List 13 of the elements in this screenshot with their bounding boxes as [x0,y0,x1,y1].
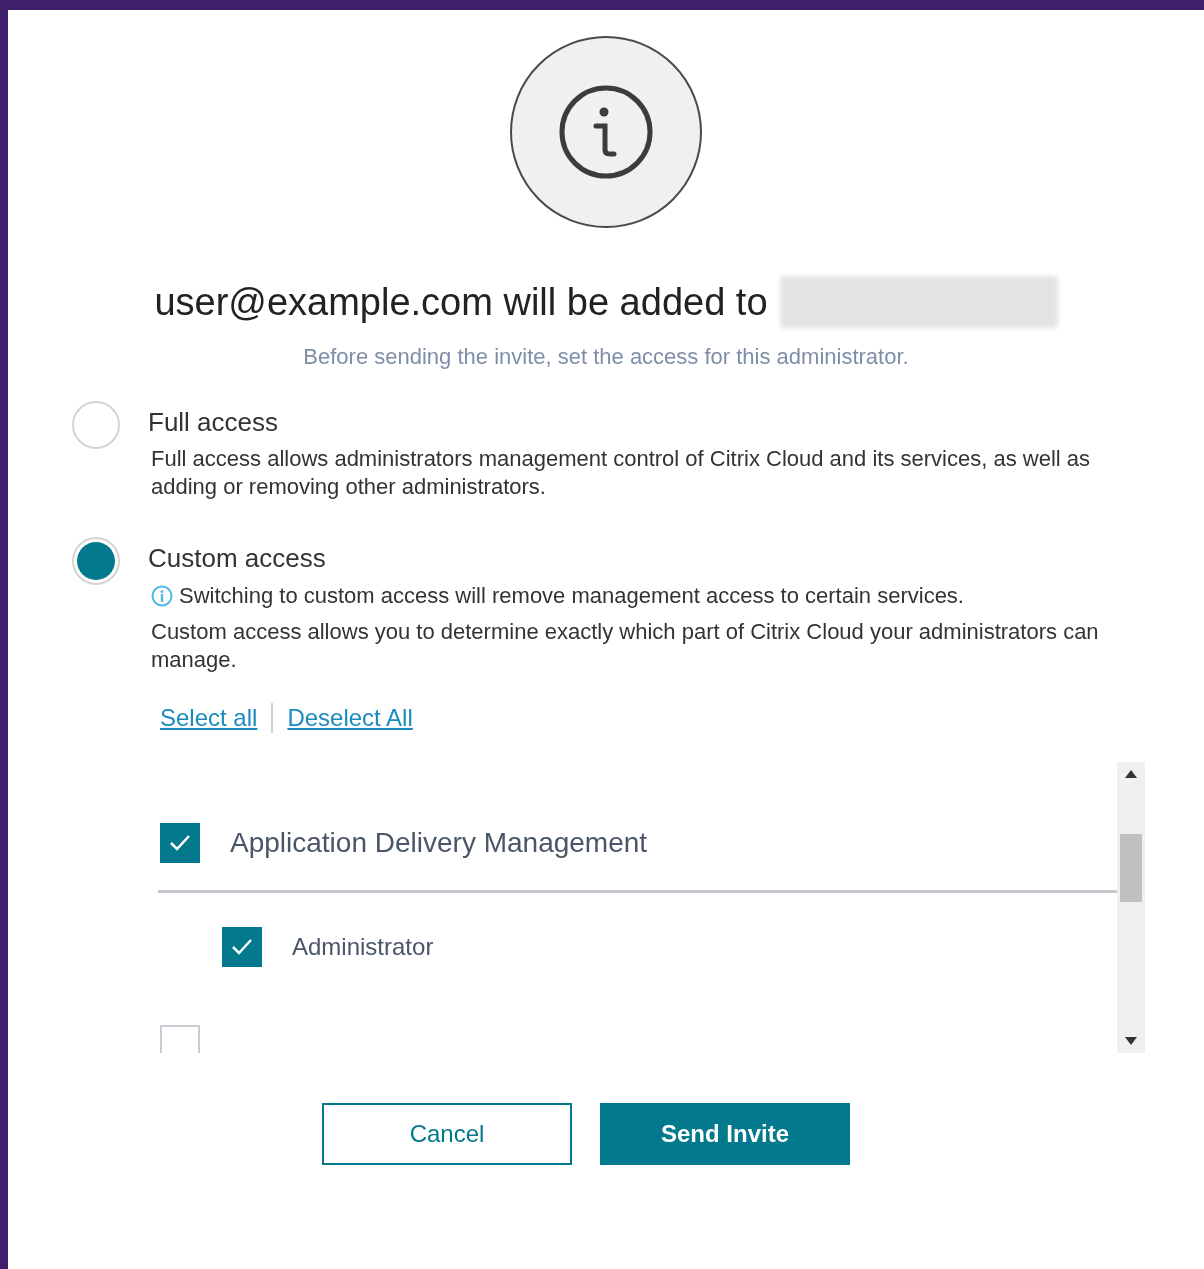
option-description: Custom access allows you to determine exactly which part of Citrix Cloud your administrators can manage. [151,618,1100,674]
option-description: Full access allows administrators management control of Citrix Cloud and its services, as well as adding or removing other administrators. [151,445,1092,501]
category-label: Application Delivery Management [230,826,648,860]
selection-link[interactable]: Deselect All [287,700,413,736]
option-label: Full access [148,406,280,439]
selection-link[interactable]: Select all [160,700,258,736]
option-label: Custom access [148,542,327,575]
cancel-button[interactable]: Cancel [322,1103,572,1165]
dialog-subtitle: Before sending the invite, set the access for this administrator. [303,343,909,371]
send-button[interactable]: Send Invite [600,1103,850,1165]
notice-text: Switching to custom access will remove management access to certain services. [179,582,964,610]
dialog-heading: user@example.com will be added to [154,279,768,325]
role-label: Administrator [292,932,434,962]
